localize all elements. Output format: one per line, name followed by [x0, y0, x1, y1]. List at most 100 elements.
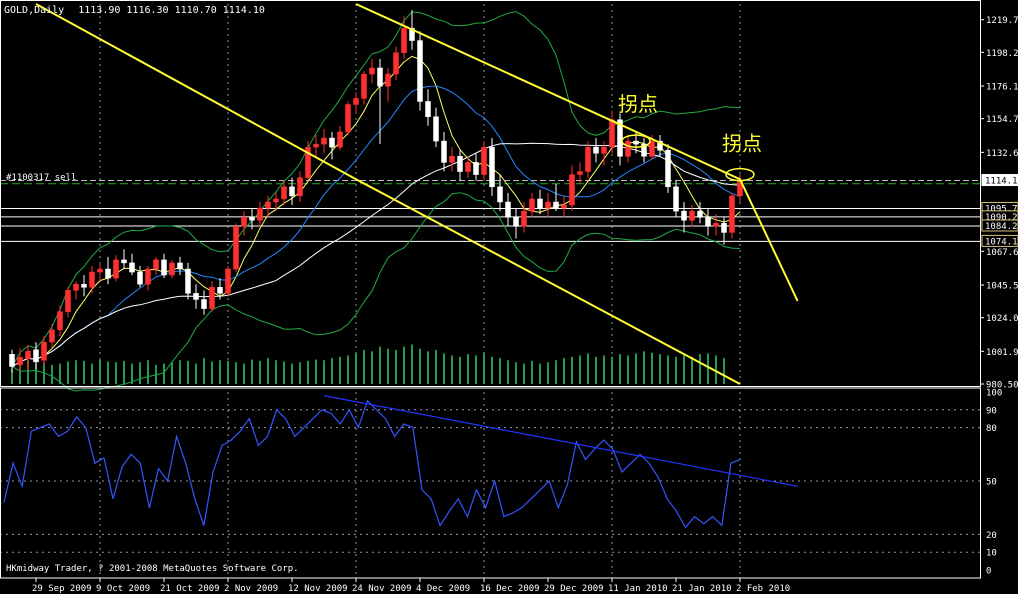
- chart: 1219.70 1198.25 1176.15 1154.70 1132.60 1067.…: [0, 0, 1018, 594]
- channel-lower-line: [35, 3, 741, 385]
- candle-body: [457, 156, 463, 172]
- price-level-label: 1074.11: [985, 237, 1018, 247]
- date-tick-label: 2 Nov 2009: [224, 584, 278, 594]
- candle-body: [665, 149, 671, 188]
- price-tick-label: 1132.60: [986, 149, 1018, 159]
- candle-body: [385, 73, 391, 87]
- oscillator-panel: [0, 395, 980, 553]
- oscillator-trend-line: [323, 395, 798, 487]
- date-tick-label: 29 Sep 2009: [32, 584, 92, 594]
- date-tick-label: 12 Nov 2009: [288, 584, 348, 594]
- date-tick-label: 11 Jan 2010: [608, 584, 668, 594]
- candle-body: [105, 268, 111, 279]
- oscillator-tick-label: 10: [986, 549, 997, 559]
- candle-body: [41, 341, 47, 361]
- candle-body: [569, 174, 575, 206]
- candle-body: [521, 210, 527, 227]
- candle-body: [473, 162, 479, 175]
- candle-body: [177, 262, 183, 270]
- date-tick-label: 24 Nov 2009: [352, 584, 412, 594]
- date-tick-label: 16 Dec 2009: [480, 584, 540, 594]
- candle-body: [673, 186, 679, 212]
- candle-body: [449, 156, 455, 163]
- candle-body: [89, 271, 95, 288]
- candle-body: [401, 28, 407, 53]
- candle-body: [313, 143, 319, 148]
- date-tick-label: 21 Oct 2009: [160, 584, 220, 594]
- candle-body: [345, 104, 351, 133]
- oscillator-tick-label: 20: [986, 531, 997, 541]
- ma-slow-line: [11, 142, 741, 367]
- price-tick-label: 1067.60: [986, 248, 1018, 258]
- price-tick-label: 1219.70: [986, 16, 1018, 26]
- oscillator-line: [3, 399, 741, 529]
- copyright-label: HKmidway Trader, ? 2001-2008 MetaQuotes …: [6, 564, 299, 574]
- date-tick-label: 2 Feb 2010: [736, 584, 790, 594]
- price-tick-label: 1024.05: [986, 314, 1018, 324]
- candle-body: [441, 140, 447, 163]
- oscillator-panel-border: [0, 387, 981, 579]
- candle-body: [497, 186, 503, 203]
- price-panel-border: [0, 0, 981, 387]
- axes: 1219.70 1198.25 1176.15 1154.70 1132.60 1067.…: [0, 0, 1018, 594]
- symbol-label: GOLD,Daily: [4, 5, 64, 16]
- candle-body: [561, 204, 567, 209]
- oscillator-tick-label: 100: [986, 389, 1002, 399]
- candle-body: [217, 287, 223, 294]
- candle-body: [65, 290, 71, 312]
- bollinger-lower-line: [11, 192, 741, 392]
- candle-body: [17, 357, 23, 366]
- candle-body: [265, 201, 271, 209]
- candle-body: [481, 146, 487, 175]
- candle-body: [233, 226, 239, 270]
- candle-body: [257, 207, 263, 221]
- candle-body: [73, 283, 79, 291]
- candle-body: [289, 186, 295, 197]
- candle-body: [33, 349, 39, 363]
- candle-body: [129, 262, 135, 273]
- candle-body: [321, 137, 327, 145]
- candle-body: [601, 146, 607, 154]
- candles: [9, 10, 743, 373]
- turning-point-label: 拐点: [722, 132, 762, 156]
- candle-body: [97, 268, 103, 273]
- candle-body: [697, 210, 703, 218]
- candle-body: [81, 283, 87, 288]
- oscillator-tick-label: 50: [986, 478, 997, 488]
- volume-bars: [11, 344, 725, 384]
- price-tick-label: 1154.70: [986, 115, 1018, 125]
- price-tick-label: 1001.95: [986, 348, 1018, 358]
- candle-body: [57, 311, 63, 331]
- candle-body: [593, 146, 599, 154]
- oscillator-tick-label: 90: [986, 406, 997, 416]
- candle-body: [537, 198, 543, 209]
- candle-body: [225, 268, 231, 294]
- candle-body: [161, 259, 167, 276]
- candle-body: [281, 186, 287, 200]
- oscillator-tick-label: 0: [986, 567, 991, 577]
- candle-body: [49, 329, 55, 343]
- price-tick-label: 1198.25: [986, 49, 1018, 59]
- candle-body: [585, 146, 591, 172]
- candle-body: [465, 162, 471, 172]
- candle-body: [377, 67, 383, 87]
- candle-body: [721, 223, 727, 233]
- candle-body: [369, 67, 375, 75]
- candle-body: [705, 216, 711, 227]
- chart-header: GOLD,Daily 1113.90 1116.30 1110.70 1114.…: [4, 5, 265, 16]
- candle-body: [505, 201, 511, 218]
- candle-body: [113, 259, 119, 279]
- candle-body: [9, 354, 15, 367]
- candle-body: [625, 140, 631, 157]
- candle-body: [433, 116, 439, 142]
- candle-body: [529, 198, 535, 212]
- candle-body: [417, 40, 423, 102]
- candle-body: [513, 216, 519, 227]
- date-tick-label: 9 Oct 2009: [96, 584, 150, 594]
- candle-body: [489, 146, 495, 188]
- candle-body: [153, 259, 159, 270]
- candle-body: [689, 210, 695, 221]
- candle-body: [553, 201, 559, 209]
- candle-body: [337, 131, 343, 148]
- candle-body: [145, 268, 151, 285]
